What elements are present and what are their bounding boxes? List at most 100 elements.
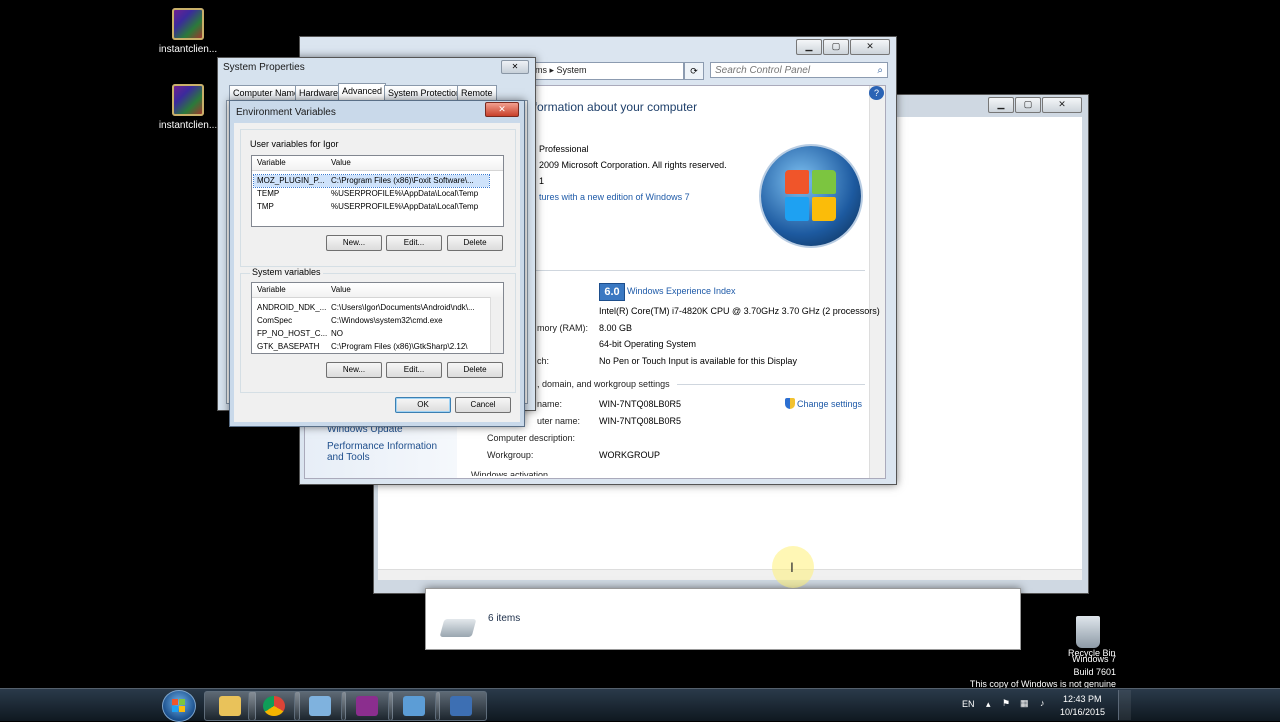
clock-date[interactable]: 10/16/2015 bbox=[1060, 707, 1105, 717]
taskbar-app[interactable] bbox=[294, 691, 346, 721]
processor-value: Intel(R) Core(TM) i7-4820K CPU @ 3.70GHz… bbox=[599, 306, 880, 316]
taskbar-app[interactable] bbox=[341, 691, 393, 721]
list-item[interactable]: ComSpec C:\Windows\system32\cmd.exe bbox=[254, 315, 489, 327]
column-header-variable[interactable]: Variable bbox=[257, 156, 286, 170]
system-edit-button[interactable]: Edit... bbox=[386, 362, 442, 378]
desktop-icon-archive[interactable]: instantclien... bbox=[153, 8, 223, 55]
list-item[interactable]: ANDROID_NDK_... C:\Users\Igor\Documents\… bbox=[254, 302, 489, 314]
upgrade-link[interactable]: tures with a new edition of Windows 7 bbox=[539, 192, 690, 202]
winrar-archive-icon bbox=[172, 8, 204, 40]
list-item[interactable]: TMP %USERPROFILE%\AppData\Local\Temp bbox=[254, 201, 489, 213]
workgroup-value: WORKGROUP bbox=[599, 450, 661, 460]
network-icon[interactable]: ▦ bbox=[1020, 698, 1029, 709]
wei-link[interactable]: Windows Experience Index bbox=[627, 286, 736, 296]
maximize-button[interactable]: ▢ bbox=[1015, 97, 1041, 113]
full-name-label: uter name: bbox=[537, 416, 581, 426]
copyright-text: 2009 Microsoft Corporation. All rights r… bbox=[539, 160, 727, 170]
windows-logo-icon bbox=[761, 146, 861, 246]
winrar-archive-icon bbox=[172, 84, 204, 116]
recycle-bin[interactable]: Recycle Bin bbox=[1068, 616, 1116, 658]
description-label: Computer description: bbox=[487, 433, 576, 443]
minimize-button[interactable]: ▁ bbox=[796, 39, 822, 55]
minimize-button[interactable]: ▁ bbox=[988, 97, 1014, 113]
tab-computer-name[interactable]: Computer Name bbox=[229, 85, 304, 100]
close-button[interactable]: ✕ bbox=[501, 60, 529, 74]
system-properties-icon bbox=[450, 696, 472, 716]
user-edit-button[interactable]: Edit... bbox=[386, 235, 442, 251]
maximize-button[interactable]: ▢ bbox=[823, 39, 849, 55]
column-header-variable[interactable]: Variable bbox=[257, 283, 286, 297]
column-header-value[interactable]: Value bbox=[331, 283, 351, 297]
dialog-title: Environment Variables bbox=[236, 107, 336, 118]
folder-icon bbox=[219, 696, 241, 716]
memory-value: 8.00 GB bbox=[599, 323, 633, 333]
system-delete-button[interactable]: Delete bbox=[447, 362, 503, 378]
page-heading: nformation about your computer bbox=[527, 100, 698, 114]
full-name-value: WIN-7NTQ08LB0R5 bbox=[599, 416, 682, 426]
text-cursor-icon: I bbox=[790, 559, 794, 575]
tab-hardware[interactable]: Hardware bbox=[295, 85, 343, 100]
tray-expand-icon[interactable]: ▴ bbox=[986, 699, 991, 710]
memory-label: mory (RAM): bbox=[537, 323, 588, 333]
desktop-icon-archive[interactable]: instantclien... bbox=[153, 84, 223, 131]
environment-variables-dialog: Environment Variables ✕ User variables f… bbox=[229, 100, 525, 427]
action-center-icon[interactable]: ⚑ bbox=[1002, 698, 1010, 709]
drive-icon bbox=[439, 619, 477, 637]
search-icon: ⌕ bbox=[877, 65, 883, 76]
list-item[interactable]: GTK_BASEPATH C:\Program Files (x86)\GtkS… bbox=[254, 341, 489, 353]
vertical-scrollbar[interactable] bbox=[490, 297, 503, 353]
change-settings-link[interactable]: Change settings bbox=[797, 399, 862, 409]
search-input[interactable]: Search Control Panel ⌕ bbox=[710, 62, 888, 78]
link-performance-info[interactable]: Performance Information and Tools bbox=[327, 441, 451, 463]
user-delete-button[interactable]: Delete bbox=[447, 235, 503, 251]
show-desktop-button[interactable] bbox=[1118, 690, 1131, 720]
help-icon[interactable]: ? bbox=[869, 86, 884, 100]
system-variables-list[interactable]: Variable Value ANDROID_NDK_... C:\Users\… bbox=[251, 282, 504, 354]
service-pack-text: 1 bbox=[539, 176, 545, 186]
chrome-icon bbox=[263, 696, 285, 716]
list-item[interactable]: FP_NO_HOST_C... NO bbox=[254, 328, 489, 340]
refresh-icon[interactable]: ⟳ bbox=[684, 62, 704, 80]
list-item[interactable]: MOZ_PLUGIN_P... C:\Program Files (x86)\F… bbox=[253, 174, 490, 188]
breadcrumb: ms ▸ System bbox=[535, 65, 587, 75]
wei-score-badge: 6.0 bbox=[599, 283, 625, 301]
system-new-button[interactable]: New... bbox=[326, 362, 382, 378]
close-button[interactable]: ✕ bbox=[850, 39, 890, 55]
volume-icon[interactable]: ♪ bbox=[1040, 698, 1045, 708]
pen-label: ch: bbox=[537, 356, 550, 366]
tab-system-protection[interactable]: System Protection bbox=[384, 85, 466, 100]
app-icon bbox=[356, 696, 378, 716]
column-header-value[interactable]: Value bbox=[331, 156, 351, 170]
close-button[interactable]: ✕ bbox=[485, 102, 519, 117]
desktop-icon-label: instantclien... bbox=[158, 44, 218, 55]
language-indicator[interactable]: EN bbox=[962, 699, 975, 709]
section-domain: , domain, and workgroup settings bbox=[537, 379, 670, 389]
clock-time[interactable]: 12:43 PM bbox=[1063, 694, 1102, 704]
vertical-scrollbar[interactable] bbox=[869, 86, 885, 478]
notepad-icon bbox=[309, 696, 331, 716]
taskbar-system[interactable] bbox=[435, 691, 487, 721]
user-variables-list[interactable]: Variable Value MOZ_PLUGIN_P... C:\Progra… bbox=[251, 155, 504, 227]
dialog-body: User variables for Igor Variable Value M… bbox=[234, 123, 520, 422]
system-variables-title: System variables bbox=[250, 267, 323, 277]
cancel-button[interactable]: Cancel bbox=[455, 397, 511, 413]
user-variables-title: User variables for Igor bbox=[250, 139, 339, 149]
user-new-button[interactable]: New... bbox=[326, 235, 382, 251]
watermark-line1: Windows 7 bbox=[1071, 654, 1116, 664]
list-item[interactable]: TEMP %USERPROFILE%\AppData\Local\Temp bbox=[254, 188, 489, 200]
computer-name-value: WIN-7NTQ08LB0R5 bbox=[599, 399, 682, 409]
start-button[interactable] bbox=[162, 690, 196, 722]
tab-advanced[interactable]: Advanced bbox=[338, 83, 387, 100]
system-type-value: 64-bit Operating System bbox=[599, 339, 697, 349]
edition-text: Professional bbox=[539, 144, 589, 154]
taskbar-chrome[interactable] bbox=[248, 691, 300, 721]
ok-button[interactable]: OK bbox=[395, 397, 451, 413]
taskbar: EN ▴ ⚑ ▦ ♪ 12:43 PM 10/16/2015 bbox=[0, 688, 1280, 722]
desktop-icon-label: instantclien... bbox=[158, 120, 218, 131]
taskbar-control-panel[interactable] bbox=[388, 691, 440, 721]
activation-section: Windows activation bbox=[471, 470, 549, 476]
tab-remote[interactable]: Remote bbox=[457, 85, 497, 100]
horizontal-scrollbar[interactable] bbox=[378, 569, 1082, 580]
address-bar[interactable]: ms ▸ System bbox=[530, 62, 684, 80]
close-button[interactable]: ✕ bbox=[1042, 97, 1082, 113]
